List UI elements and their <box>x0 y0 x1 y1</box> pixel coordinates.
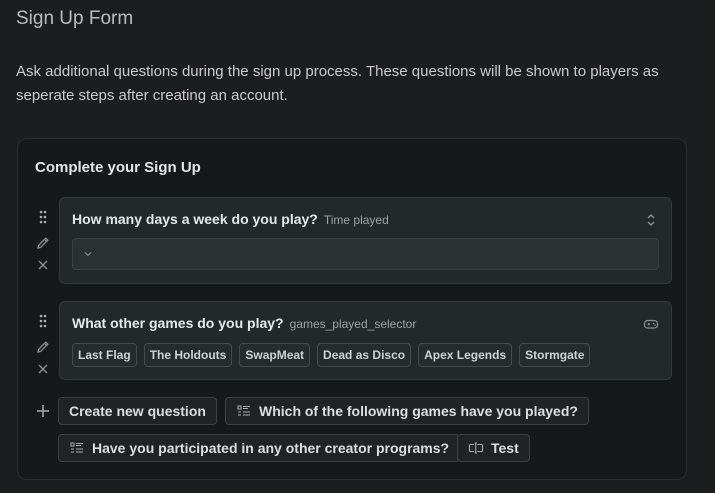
question-2[interactable]: What other games do you play? games_play… <box>59 301 672 380</box>
chevron-down-icon <box>84 252 92 257</box>
saved-question-label: Have you participated in any other creat… <box>92 440 450 456</box>
question-label: What other games do you play? <box>72 315 284 331</box>
list-icon <box>237 405 250 416</box>
game-chip[interactable]: SwapMeat <box>239 343 311 367</box>
question-2-header: What other games do you play? games_play… <box>72 315 416 331</box>
game-chip[interactable]: Dead as Disco <box>317 343 412 367</box>
question-1-controls <box>34 209 52 273</box>
saved-question-button-2[interactable]: Have you participated in any other creat… <box>58 434 461 462</box>
drag-handle-icon[interactable] <box>35 313 51 329</box>
game-chip[interactable]: Stormgate <box>519 343 591 367</box>
game-chip[interactable]: The Holdouts <box>143 343 233 367</box>
game-chip[interactable]: Apex Legends <box>418 343 513 367</box>
add-icon[interactable] <box>34 402 52 420</box>
question-subtitle: games_played_selector <box>289 317 417 331</box>
question-2-controls <box>34 313 52 377</box>
signup-card: Complete your Sign Up How many days a we… <box>17 138 687 480</box>
edit-icon[interactable] <box>35 235 51 251</box>
days-per-week-select[interactable] <box>72 238 659 270</box>
edit-icon[interactable] <box>35 339 51 355</box>
select-icon <box>647 214 655 226</box>
games-chip-list: Last Flag The Holdouts SwapMeat Dead as … <box>72 343 591 367</box>
page-description: Ask additional questions during the sign… <box>16 63 659 104</box>
delete-icon[interactable] <box>35 361 51 377</box>
question-1[interactable]: How many days a week do you play? Time p… <box>59 197 672 284</box>
question-label: How many days a week do you play? <box>72 211 318 227</box>
input-field-icon <box>468 442 484 454</box>
question-subtitle: Time played <box>323 213 389 227</box>
saved-question-label: Test <box>491 440 519 456</box>
saved-question-button-1[interactable]: Which of the following games have you pl… <box>225 397 589 425</box>
page-title: Sign Up Form <box>16 8 134 29</box>
list-icon <box>70 442 83 453</box>
create-new-question-button[interactable]: Create new question <box>58 397 217 425</box>
drag-handle-icon[interactable] <box>35 209 51 225</box>
create-new-question-label: Create new question <box>69 403 206 419</box>
gamepad-icon <box>643 319 659 329</box>
saved-question-button-3[interactable]: Test <box>457 434 530 462</box>
saved-question-label: Which of the following games have you pl… <box>259 403 578 419</box>
delete-icon[interactable] <box>35 257 51 273</box>
card-title: Complete your Sign Up <box>35 159 201 176</box>
question-1-header: How many days a week do you play? Time p… <box>72 211 389 227</box>
game-chip[interactable]: Last Flag <box>72 343 137 367</box>
